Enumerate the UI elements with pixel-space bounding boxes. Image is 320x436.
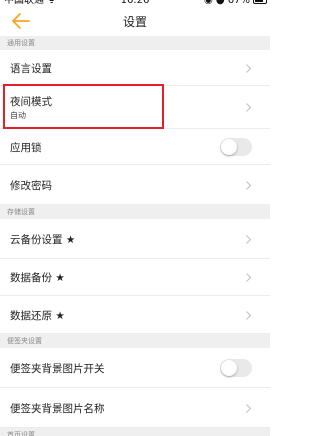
row-label: 便签夹背景图片名称	[10, 403, 105, 415]
chevron-right-icon	[246, 64, 251, 73]
section-header-page: 首页设置	[0, 428, 270, 436]
row-label: 云备份设置 ★	[10, 234, 76, 246]
row-language-settings[interactable]: 语言设置	[0, 50, 270, 86]
toggle-knob	[221, 360, 237, 376]
row-folder-background-name[interactable]: 便签夹背景图片名称	[0, 388, 270, 428]
page-title: 设置	[122, 15, 147, 29]
row-cloud-backup-settings[interactable]: 云备份设置 ★	[0, 219, 270, 259]
chevron-right-icon	[246, 235, 251, 244]
row-change-password[interactable]: 修改密码	[0, 165, 270, 205]
app-lock-toggle[interactable]	[220, 138, 252, 156]
row-label: 应用锁	[10, 142, 42, 154]
chevron-right-icon	[246, 404, 251, 413]
row-label: 夜间模式	[10, 96, 52, 108]
battery-icon	[253, 0, 267, 4]
section-header-general: 通用设置	[0, 36, 270, 50]
nav-bar: 设置	[0, 8, 270, 34]
chevron-right-icon	[246, 181, 251, 190]
chevron-right-icon	[246, 273, 251, 282]
row-data-restore[interactable]: 数据还原 ★	[0, 296, 270, 334]
section-header-storage: 存储设置	[0, 205, 270, 219]
row-label: 语言设置	[10, 63, 52, 75]
battery-label: ◉ ● 67%	[203, 0, 250, 6]
row-data-backup[interactable]: 数据备份 ★	[0, 259, 270, 296]
row-label: 修改密码	[10, 180, 52, 192]
status-bar: 中国联通 ᯤ 16:26 ◉ ● 67%	[0, 0, 270, 8]
row-app-lock: 应用锁	[0, 129, 270, 165]
folder-background-toggle[interactable]	[220, 359, 252, 377]
night-mode-value: 自动	[10, 111, 26, 120]
row-night-mode[interactable]: 夜间模式 自动	[0, 86, 270, 129]
chevron-right-icon	[246, 311, 251, 320]
toggle-knob	[221, 139, 237, 155]
row-label: 便签夹背景图片开关	[10, 363, 105, 375]
row-label: 数据备份 ★	[10, 272, 65, 284]
section-header-notes-folder: 便签夹设置	[0, 334, 270, 348]
chevron-right-icon	[246, 103, 251, 112]
row-folder-background-switch: 便签夹背景图片开关	[0, 348, 270, 388]
row-label: 数据还原 ★	[10, 310, 65, 322]
